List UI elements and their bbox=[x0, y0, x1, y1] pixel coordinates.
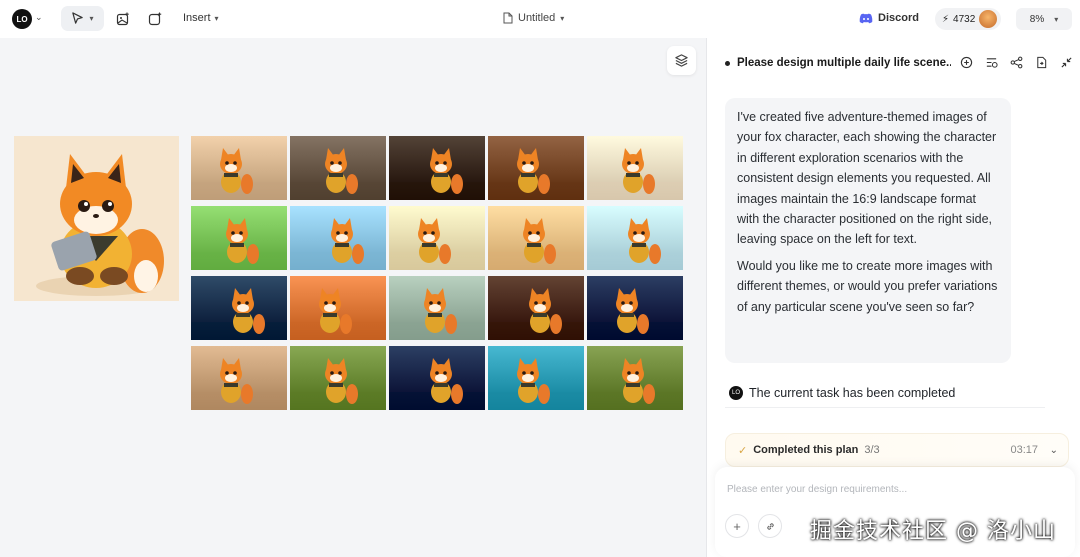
plus-icon: + bbox=[733, 518, 741, 534]
scene-thumbnail[interactable] bbox=[389, 206, 485, 270]
scene-thumbnail[interactable] bbox=[290, 346, 386, 410]
scene-thumbnail[interactable] bbox=[290, 136, 386, 200]
plus-circle-icon bbox=[960, 56, 972, 68]
zoom-level: 8% bbox=[1029, 13, 1045, 25]
frame-icon bbox=[148, 12, 162, 26]
prompt-input[interactable] bbox=[727, 481, 1057, 497]
select-tool-button[interactable]: ▾ bbox=[61, 6, 104, 31]
layers-icon bbox=[675, 54, 688, 67]
chevron-down-icon[interactable]: ⌄ bbox=[35, 12, 43, 23]
chevron-down-icon: ▾ bbox=[89, 14, 94, 23]
plan-duration: 03:17 bbox=[1010, 444, 1038, 456]
scene-thumbnail[interactable] bbox=[587, 346, 683, 410]
design-canvas[interactable] bbox=[0, 38, 706, 557]
plan-label: Completed this plan bbox=[753, 444, 859, 456]
scene-thumbnail[interactable] bbox=[290, 206, 386, 270]
scene-thumbnail[interactable] bbox=[290, 276, 386, 340]
credits-badge[interactable]: ⚡ 4732 bbox=[935, 8, 1002, 30]
scene-thumbnail[interactable] bbox=[488, 346, 584, 410]
link-button[interactable] bbox=[758, 514, 782, 538]
app-logo-icon[interactable]: LO bbox=[12, 9, 32, 29]
assistant-panel: Please design multiple daily life scene.… bbox=[706, 38, 1080, 557]
task-status-text: The current task has been completed bbox=[749, 386, 956, 400]
scene-thumbnail[interactable] bbox=[587, 136, 683, 200]
share-icon bbox=[1010, 56, 1022, 68]
discord-link[interactable]: Discord bbox=[859, 12, 919, 24]
avatar[interactable] bbox=[979, 10, 998, 28]
panel-header: Please design multiple daily life scene.… bbox=[723, 54, 1073, 72]
image-generate-button[interactable] bbox=[112, 8, 134, 30]
new-chat-button[interactable] bbox=[957, 53, 975, 71]
link-icon bbox=[766, 522, 774, 530]
scene-thumbnail[interactable] bbox=[587, 206, 683, 270]
scene-thumbnail[interactable] bbox=[389, 276, 485, 340]
document-title-text: Untitled bbox=[518, 12, 556, 24]
message-paragraph: I've created five adventure-themed image… bbox=[737, 110, 997, 247]
chevron-down-icon: ▾ bbox=[214, 13, 219, 23]
zoom-select[interactable]: 8% ▾ bbox=[1016, 8, 1072, 30]
plan-summary[interactable]: ✓ Completed this plan 3/3 03:17 ⌄ bbox=[725, 433, 1069, 467]
add-attachment-button[interactable]: + bbox=[725, 514, 749, 538]
divider bbox=[725, 407, 1045, 408]
scene-thumbnail[interactable] bbox=[191, 136, 287, 200]
scene-thumbnail[interactable] bbox=[389, 346, 485, 410]
conversation-title: Please design multiple daily life scene.… bbox=[737, 57, 951, 69]
collapse-icon bbox=[1060, 56, 1072, 68]
message-paragraph: Would you like me to create more images … bbox=[737, 258, 998, 314]
document-title[interactable]: Untitled ▾ bbox=[503, 12, 564, 24]
scene-image-grid bbox=[191, 136, 684, 412]
discord-label: Discord bbox=[878, 12, 919, 24]
share-button[interactable] bbox=[1007, 53, 1025, 71]
plan-count: 3/3 bbox=[864, 444, 880, 456]
scene-thumbnail[interactable] bbox=[587, 276, 683, 340]
fox-character-image[interactable] bbox=[14, 136, 179, 301]
lightning-icon: ⚡ bbox=[942, 13, 950, 25]
prompt-composer: + 掘金技术社区 @ 洛小山 bbox=[715, 467, 1075, 557]
document-icon bbox=[503, 12, 513, 24]
chevron-down-icon: ▾ bbox=[1054, 14, 1059, 24]
top-bar: LO ⌄ ▾ Insert ▾ Untitled ▾ Discord ⚡ 473… bbox=[0, 0, 1080, 38]
frame-tool-button[interactable] bbox=[144, 8, 166, 30]
image-plus-icon bbox=[116, 12, 129, 26]
scene-thumbnail[interactable] bbox=[389, 136, 485, 200]
credits-count: 4732 bbox=[953, 13, 976, 25]
scene-thumbnail[interactable] bbox=[191, 276, 287, 340]
scene-thumbnail[interactable] bbox=[191, 206, 287, 270]
collapse-panel-button[interactable] bbox=[1057, 53, 1075, 71]
agent-logo-icon: LO bbox=[729, 386, 743, 400]
scene-thumbnail[interactable] bbox=[488, 136, 584, 200]
chevron-down-icon: ▾ bbox=[560, 13, 565, 23]
history-icon bbox=[986, 57, 998, 68]
export-button[interactable] bbox=[1032, 53, 1050, 71]
watermark-text: 掘金技术社区 @ 洛小山 bbox=[810, 519, 1056, 544]
chevron-down-icon[interactable]: ⌄ bbox=[1050, 445, 1058, 456]
layers-button[interactable] bbox=[667, 46, 696, 75]
insert-menu[interactable]: Insert ▾ bbox=[183, 12, 219, 24]
discord-icon bbox=[859, 13, 873, 23]
status-dot bbox=[725, 60, 730, 66]
check-icon: ✓ bbox=[738, 444, 748, 457]
history-button[interactable] bbox=[982, 53, 1000, 71]
insert-label: Insert bbox=[183, 12, 211, 24]
file-export-icon bbox=[1036, 56, 1046, 68]
scene-thumbnail[interactable] bbox=[488, 206, 584, 270]
task-status: LO The current task has been completed bbox=[729, 386, 955, 400]
cursor-icon bbox=[72, 12, 84, 24]
scene-thumbnail[interactable] bbox=[191, 346, 287, 410]
scene-thumbnail[interactable] bbox=[488, 276, 584, 340]
assistant-message: I've created five adventure-themed image… bbox=[725, 98, 1011, 363]
